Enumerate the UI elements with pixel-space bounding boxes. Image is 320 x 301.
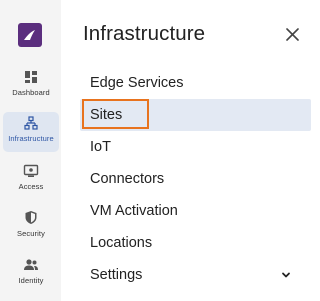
icon-rail: Dashboard Infrastructure Access Security [0, 0, 61, 301]
menu-item-edge-services[interactable]: Edge Services [80, 67, 311, 99]
chevron-down-icon [282, 272, 290, 278]
menu-item-label: VM Activation [90, 203, 178, 219]
menu-item-label: Connectors [90, 171, 165, 187]
menu-item-vm-activation[interactable]: VM Activation [80, 195, 311, 227]
menu-item-settings[interactable]: Settings [80, 259, 311, 291]
rail-label-dashboard: Dashboard [12, 88, 50, 97]
rail-label-infrastructure: Infrastructure [8, 134, 54, 143]
menu-item-connectors[interactable]: Connectors [80, 163, 311, 195]
menu-item-label: Sites [90, 107, 123, 123]
close-button[interactable] [283, 25, 301, 43]
dashboard-icon [25, 71, 37, 83]
users-icon [24, 259, 38, 270]
rail-item-dashboard[interactable]: Dashboard [3, 66, 59, 106]
menu-item-label: IoT [90, 139, 111, 155]
close-icon [285, 27, 299, 41]
menu-item-iot[interactable]: IoT [80, 131, 311, 163]
rail-label-access: Access [18, 182, 44, 191]
network-icon [24, 116, 38, 130]
menu-item-locations[interactable]: Locations [80, 227, 311, 259]
rail-item-security[interactable]: Security [3, 206, 59, 246]
panel-title: Infrastructure [83, 22, 206, 45]
rail-item-access[interactable]: Access [3, 160, 59, 200]
rail-item-identity[interactable]: Identity [3, 254, 59, 294]
rail-label-identity: Identity [18, 276, 44, 285]
rail-label-security: Security [17, 229, 45, 238]
brand-logo-icon[interactable] [18, 23, 42, 47]
menu-item-label: Settings [90, 267, 143, 283]
shield-icon [25, 211, 37, 224]
rail-item-infrastructure[interactable]: Infrastructure [3, 112, 59, 152]
menu-item-label: Edge Services [90, 75, 184, 91]
access-icon [23, 164, 39, 177]
menu-item-sites[interactable]: Sites [80, 99, 311, 131]
menu-item-label: Locations [90, 235, 153, 251]
